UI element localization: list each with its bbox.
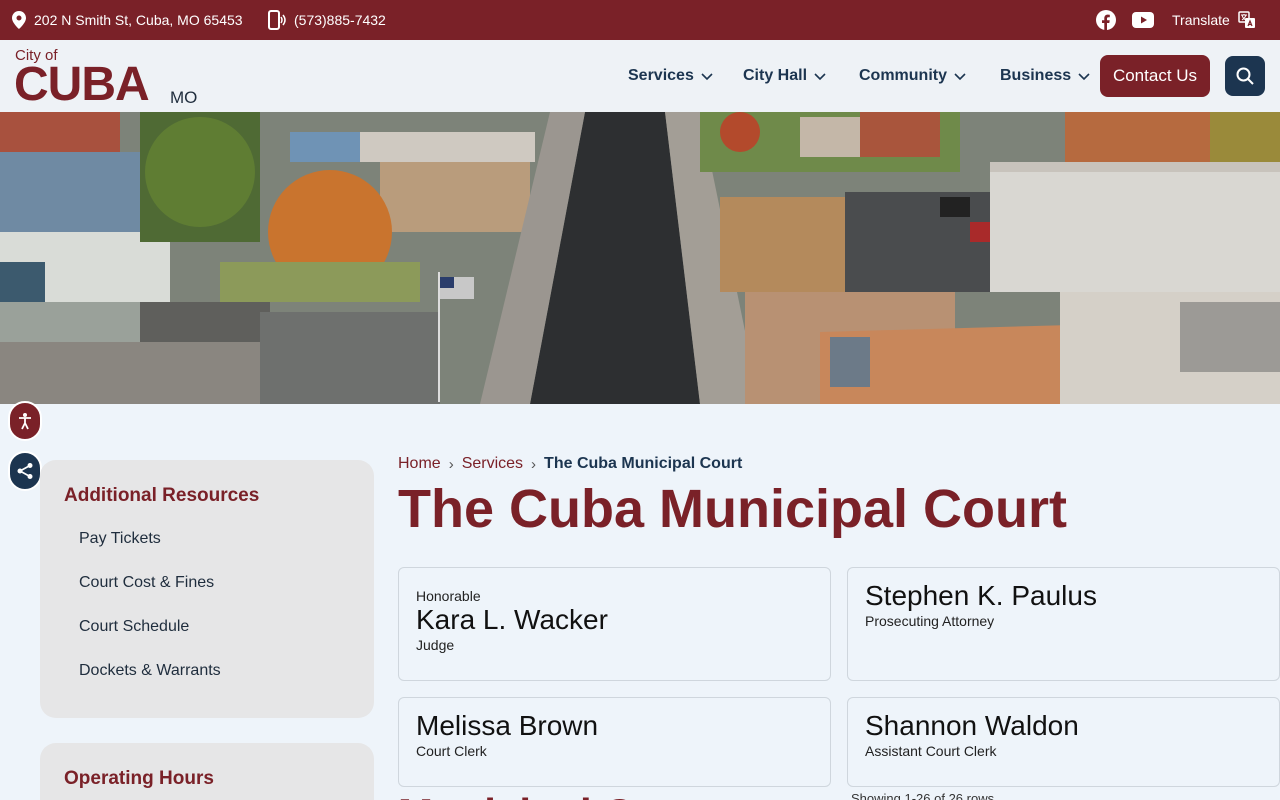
logo-state: MO bbox=[170, 88, 198, 107]
resources-heading: Additional Resources bbox=[64, 485, 260, 506]
chevron-down-icon bbox=[701, 73, 713, 81]
share-button[interactable] bbox=[8, 451, 42, 491]
phone-text: (573)885-7432 bbox=[294, 12, 386, 28]
location-pin-icon bbox=[12, 11, 26, 29]
sidebar-link-court-cost-fines[interactable]: Court Cost & Fines bbox=[79, 574, 214, 592]
staff-name: Kara L. Wacker bbox=[416, 604, 608, 635]
sidebar-link-pay-tickets[interactable]: Pay Tickets bbox=[79, 530, 161, 548]
staff-card: Shannon Waldon Assistant Court Clerk bbox=[847, 697, 1280, 787]
staff-role: Judge bbox=[416, 637, 455, 653]
logo-cuba: CUBA bbox=[14, 58, 150, 111]
mobile-phone-icon bbox=[268, 10, 286, 30]
accessibility-icon bbox=[19, 413, 31, 430]
facebook-icon bbox=[1096, 10, 1116, 30]
page-title: The Cuba Municipal Court bbox=[398, 479, 1067, 539]
address-link[interactable]: 202 N Smith St, Cuba, MO 65453 bbox=[12, 0, 243, 40]
staff-honorific: Honorable bbox=[416, 588, 481, 604]
staff-role: Assistant Court Clerk bbox=[865, 743, 997, 759]
staff-name: Melissa Brown bbox=[416, 710, 599, 741]
chevron-down-icon bbox=[954, 73, 966, 81]
breadcrumb-services[interactable]: Services bbox=[462, 455, 523, 473]
breadcrumb-home[interactable]: Home bbox=[398, 455, 441, 473]
staff-card: Stephen K. Paulus Prosecuting Attorney bbox=[847, 567, 1280, 681]
chevron-down-icon bbox=[814, 73, 826, 81]
table-rows-status: Showing 1-26 of 26 rows bbox=[851, 791, 995, 800]
additional-resources-panel: Additional Resources Pay Tickets Court C… bbox=[40, 460, 374, 718]
nav-business[interactable]: Business bbox=[1000, 40, 1091, 112]
site-header: City of CUBA MO Services City Hall Commu… bbox=[0, 40, 1280, 112]
contact-us-button[interactable]: Contact Us bbox=[1100, 55, 1210, 97]
address-text: 202 N Smith St, Cuba, MO 65453 bbox=[34, 12, 243, 28]
translate-button[interactable]: Translate bbox=[1172, 0, 1256, 40]
nav-community[interactable]: Community bbox=[859, 40, 967, 112]
city-logo[interactable]: City of CUBA MO bbox=[14, 46, 214, 111]
staff-role: Court Clerk bbox=[416, 743, 487, 759]
nav-city-hall[interactable]: City Hall bbox=[743, 40, 827, 112]
translate-icon bbox=[1238, 11, 1256, 29]
translate-label: Translate bbox=[1172, 12, 1230, 28]
share-icon bbox=[17, 463, 33, 479]
section-heading: Municipal Court bbox=[398, 790, 715, 800]
nav-label: Business bbox=[1000, 67, 1072, 84]
staff-role: Prosecuting Attorney bbox=[865, 613, 995, 629]
staff-card: Melissa Brown Court Clerk bbox=[398, 697, 831, 787]
sidebar-link-dockets-warrants[interactable]: Dockets & Warrants bbox=[79, 662, 221, 680]
chevron-down-icon bbox=[1078, 73, 1090, 81]
nav-label: Services bbox=[628, 67, 694, 84]
staff-name: Shannon Waldon bbox=[865, 710, 1079, 741]
sidebar-link-court-schedule[interactable]: Court Schedule bbox=[79, 618, 189, 636]
youtube-icon bbox=[1132, 12, 1154, 28]
breadcrumb: Home › Services › The Cuba Municipal Cou… bbox=[398, 455, 742, 473]
hours-heading: Operating Hours bbox=[64, 768, 214, 789]
nav-label: City Hall bbox=[743, 67, 808, 84]
chevron-right-icon: › bbox=[448, 455, 454, 473]
operating-hours-panel: Operating Hours bbox=[40, 743, 374, 800]
staff-name: Stephen K. Paulus bbox=[865, 580, 1097, 611]
search-icon bbox=[1236, 67, 1254, 85]
nav-label: Community bbox=[859, 67, 947, 84]
chevron-right-icon: › bbox=[531, 455, 537, 473]
search-button[interactable] bbox=[1225, 56, 1265, 96]
accessibility-button[interactable] bbox=[8, 401, 42, 441]
facebook-link[interactable] bbox=[1096, 0, 1116, 40]
phone-link[interactable]: (573)885-7432 bbox=[268, 0, 386, 40]
staff-card: Honorable Kara L. Wacker Judge bbox=[398, 567, 831, 681]
breadcrumb-current: The Cuba Municipal Court bbox=[544, 455, 743, 472]
nav-services[interactable]: Services bbox=[628, 40, 714, 112]
youtube-link[interactable] bbox=[1132, 0, 1154, 40]
hero-aerial-image bbox=[0, 112, 1280, 404]
top-utility-bar: 202 N Smith St, Cuba, MO 65453 (573)885-… bbox=[0, 0, 1280, 40]
